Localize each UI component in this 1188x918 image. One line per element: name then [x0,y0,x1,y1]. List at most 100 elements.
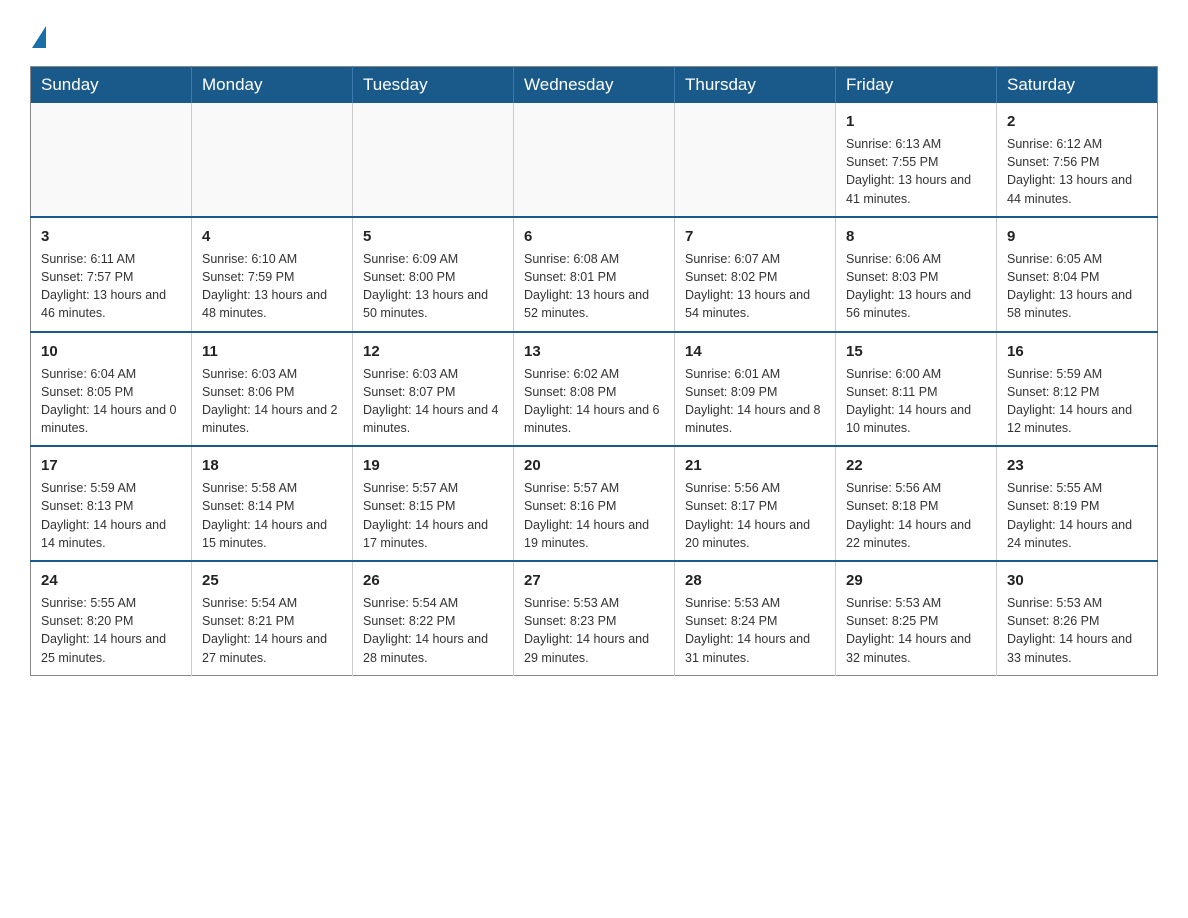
day-sun-info: Sunrise: 6:13 AMSunset: 7:55 PMDaylight:… [846,137,971,206]
calendar-day-cell: 20 Sunrise: 5:57 AMSunset: 8:16 PMDayligh… [514,446,675,561]
day-sun-info: Sunrise: 5:54 AMSunset: 8:22 PMDaylight:… [363,596,488,665]
day-sun-info: Sunrise: 6:03 AMSunset: 8:06 PMDaylight:… [202,367,338,436]
calendar-header-saturday: Saturday [997,67,1158,104]
calendar-day-cell: 29 Sunrise: 5:53 AMSunset: 8:25 PMDayligh… [836,561,997,675]
calendar-week-row: 3 Sunrise: 6:11 AMSunset: 7:57 PMDaylight… [31,217,1158,332]
calendar-day-cell: 30Sunrise: 5:53 AMSunset: 8:26 PMDayligh… [997,561,1158,675]
calendar-day-cell: 14 Sunrise: 6:01 AMSunset: 8:09 PMDayligh… [675,332,836,447]
day-sun-info: Sunrise: 5:59 AMSunset: 8:13 PMDaylight:… [41,481,166,550]
day-sun-info: Sunrise: 6:12 AMSunset: 7:56 PMDaylight:… [1007,137,1132,206]
calendar-day-cell: 9Sunrise: 6:05 AMSunset: 8:04 PMDaylight… [997,217,1158,332]
day-number: 26 [363,570,503,591]
day-number: 19 [363,455,503,476]
calendar-day-cell: 7Sunrise: 6:07 AMSunset: 8:02 PMDaylight… [675,217,836,332]
day-number: 2 [1007,111,1147,132]
calendar-day-cell: 17 Sunrise: 5:59 AMSunset: 8:13 PMDayligh… [31,446,192,561]
calendar-day-cell: 26 Sunrise: 5:54 AMSunset: 8:22 PMDayligh… [353,561,514,675]
calendar-week-row: 10 Sunrise: 6:04 AMSunset: 8:05 PMDayligh… [31,332,1158,447]
calendar-day-cell: 15Sunrise: 6:00 AMSunset: 8:11 PMDayligh… [836,332,997,447]
day-number: 22 [846,455,986,476]
day-sun-info: Sunrise: 5:55 AMSunset: 8:20 PMDaylight:… [41,596,166,665]
day-sun-info: Sunrise: 6:11 AMSunset: 7:57 PMDaylight:… [41,252,166,321]
day-sun-info: Sunrise: 5:53 AMSunset: 8:24 PMDaylight:… [685,596,810,665]
day-number: 1 [846,111,986,132]
calendar-day-cell: 6 Sunrise: 6:08 AMSunset: 8:01 PMDaylight… [514,217,675,332]
day-sun-info: Sunrise: 5:53 AMSunset: 8:26 PMDaylight:… [1007,596,1132,665]
logo-arrow-icon [32,26,46,48]
day-sun-info: Sunrise: 5:53 AMSunset: 8:23 PMDaylight:… [524,596,649,665]
day-number: 6 [524,226,664,247]
calendar-header-wednesday: Wednesday [514,67,675,104]
calendar-day-cell: 10 Sunrise: 6:04 AMSunset: 8:05 PMDayligh… [31,332,192,447]
day-sun-info: Sunrise: 5:57 AMSunset: 8:15 PMDaylight:… [363,481,488,550]
calendar-week-row: 1 Sunrise: 6:13 AMSunset: 7:55 PMDaylight… [31,103,1158,217]
day-sun-info: Sunrise: 6:08 AMSunset: 8:01 PMDaylight:… [524,252,649,321]
day-sun-info: Sunrise: 6:09 AMSunset: 8:00 PMDaylight:… [363,252,488,321]
calendar-day-cell: 12 Sunrise: 6:03 AMSunset: 8:07 PMDayligh… [353,332,514,447]
day-number: 5 [363,226,503,247]
calendar-day-cell: 18 Sunrise: 5:58 AMSunset: 8:14 PMDayligh… [192,446,353,561]
day-number: 10 [41,341,181,362]
day-number: 21 [685,455,825,476]
day-number: 29 [846,570,986,591]
calendar-header-thursday: Thursday [675,67,836,104]
calendar-day-cell: 1 Sunrise: 6:13 AMSunset: 7:55 PMDaylight… [836,103,997,217]
day-sun-info: Sunrise: 6:06 AMSunset: 8:03 PMDaylight:… [846,252,971,321]
calendar-day-cell [675,103,836,217]
calendar-day-cell: 19 Sunrise: 5:57 AMSunset: 8:15 PMDayligh… [353,446,514,561]
day-number: 3 [41,226,181,247]
calendar-day-cell: 5 Sunrise: 6:09 AMSunset: 8:00 PMDaylight… [353,217,514,332]
day-number: 16 [1007,341,1147,362]
calendar-day-cell: 23Sunrise: 5:55 AMSunset: 8:19 PMDayligh… [997,446,1158,561]
day-sun-info: Sunrise: 6:04 AMSunset: 8:05 PMDaylight:… [41,367,177,436]
day-number: 18 [202,455,342,476]
calendar-day-cell [514,103,675,217]
day-number: 8 [846,226,986,247]
day-sun-info: Sunrise: 5:59 AMSunset: 8:12 PMDaylight:… [1007,367,1132,436]
page-header [30,20,1158,48]
day-sun-info: Sunrise: 5:56 AMSunset: 8:17 PMDaylight:… [685,481,810,550]
day-number: 14 [685,341,825,362]
calendar-table: SundayMondayTuesdayWednesdayThursdayFrid… [30,66,1158,676]
day-sun-info: Sunrise: 5:58 AMSunset: 8:14 PMDaylight:… [202,481,327,550]
calendar-day-cell: 16 Sunrise: 5:59 AMSunset: 8:12 PMDayligh… [997,332,1158,447]
calendar-day-cell: 24 Sunrise: 5:55 AMSunset: 8:20 PMDayligh… [31,561,192,675]
day-sun-info: Sunrise: 6:10 AMSunset: 7:59 PMDaylight:… [202,252,327,321]
day-number: 20 [524,455,664,476]
day-number: 24 [41,570,181,591]
calendar-day-cell: 3 Sunrise: 6:11 AMSunset: 7:57 PMDaylight… [31,217,192,332]
calendar-day-cell: 22 Sunrise: 5:56 AMSunset: 8:18 PMDayligh… [836,446,997,561]
day-sun-info: Sunrise: 6:05 AMSunset: 8:04 PMDaylight:… [1007,252,1132,321]
calendar-header-sunday: Sunday [31,67,192,104]
day-number: 17 [41,455,181,476]
calendar-day-cell: 27 Sunrise: 5:53 AMSunset: 8:23 PMDayligh… [514,561,675,675]
day-number: 4 [202,226,342,247]
calendar-header-monday: Monday [192,67,353,104]
calendar-day-cell: 4 Sunrise: 6:10 AMSunset: 7:59 PMDaylight… [192,217,353,332]
day-number: 28 [685,570,825,591]
calendar-day-cell: 11 Sunrise: 6:03 AMSunset: 8:06 PMDayligh… [192,332,353,447]
calendar-header-row: SundayMondayTuesdayWednesdayThursdayFrid… [31,67,1158,104]
calendar-day-cell [31,103,192,217]
day-sun-info: Sunrise: 5:54 AMSunset: 8:21 PMDaylight:… [202,596,327,665]
day-sun-info: Sunrise: 5:57 AMSunset: 8:16 PMDaylight:… [524,481,649,550]
day-number: 25 [202,570,342,591]
calendar-day-cell: 8 Sunrise: 6:06 AMSunset: 8:03 PMDaylight… [836,217,997,332]
calendar-day-cell: 13Sunrise: 6:02 AMSunset: 8:08 PMDayligh… [514,332,675,447]
day-number: 13 [524,341,664,362]
day-sun-info: Sunrise: 6:03 AMSunset: 8:07 PMDaylight:… [363,367,499,436]
day-number: 15 [846,341,986,362]
day-sun-info: Sunrise: 5:53 AMSunset: 8:25 PMDaylight:… [846,596,971,665]
calendar-week-row: 24 Sunrise: 5:55 AMSunset: 8:20 PMDayligh… [31,561,1158,675]
day-number: 27 [524,570,664,591]
day-sun-info: Sunrise: 6:01 AMSunset: 8:09 PMDaylight:… [685,367,821,436]
calendar-header-tuesday: Tuesday [353,67,514,104]
day-number: 12 [363,341,503,362]
day-sun-info: Sunrise: 5:56 AMSunset: 8:18 PMDaylight:… [846,481,971,550]
day-sun-info: Sunrise: 6:07 AMSunset: 8:02 PMDaylight:… [685,252,810,321]
calendar-day-cell [353,103,514,217]
calendar-day-cell [192,103,353,217]
calendar-week-row: 17 Sunrise: 5:59 AMSunset: 8:13 PMDayligh… [31,446,1158,561]
calendar-day-cell: 28 Sunrise: 5:53 AMSunset: 8:24 PMDayligh… [675,561,836,675]
day-number: 11 [202,341,342,362]
